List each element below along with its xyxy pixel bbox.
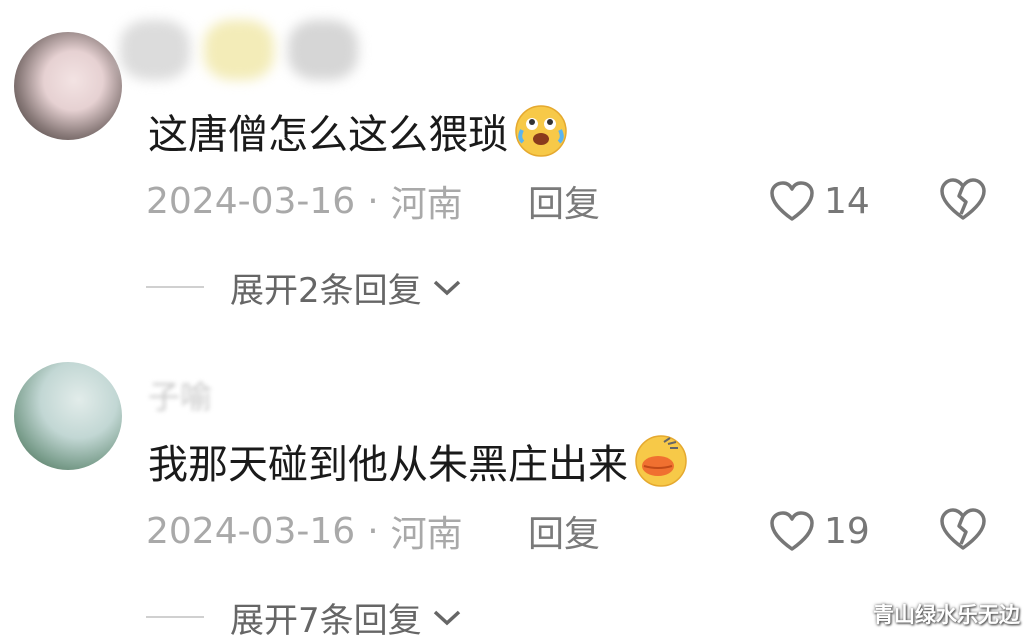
chevron-down-icon	[433, 280, 460, 296]
like-count: 19	[824, 510, 870, 552]
broken-heart-icon	[940, 178, 986, 220]
comment-location: 河南	[390, 184, 463, 225]
heart-icon	[770, 181, 814, 221]
heart-icon	[770, 511, 814, 551]
comment-meta: 2024-03-16 · 河南 回复	[146, 176, 600, 226]
comment-text-content: 这唐僧怎么这么猥琐	[148, 112, 508, 158]
chevron-down-icon	[433, 610, 460, 626]
watermark: 青山绿水乐无边	[873, 603, 1020, 627]
comment-date: 2024-03-16	[146, 180, 356, 222]
comment-date: 2024-03-16	[146, 510, 356, 552]
meta-separator: ·	[367, 510, 379, 552]
like-button[interactable]: 19	[768, 506, 870, 556]
like-button[interactable]: 14	[768, 176, 870, 226]
reply-button[interactable]: 回复	[528, 505, 600, 557]
expand-replies-button[interactable]: 展开2条回复	[146, 262, 462, 312]
divider-line	[146, 286, 204, 288]
username-blurred[interactable]	[120, 20, 358, 90]
avatar[interactable]	[14, 32, 122, 140]
avatar[interactable]	[14, 362, 122, 470]
comment-text: 我那天碰到他从朱黑庄出来	[148, 432, 688, 490]
comment-meta: 2024-03-16 · 河南 回复	[146, 506, 600, 556]
divider-line	[146, 616, 204, 618]
expand-replies-button[interactable]: 展开7条回复	[146, 592, 462, 642]
reply-button[interactable]: 回复	[528, 175, 600, 227]
comment-text-content: 我那天碰到他从朱黑庄出来	[148, 442, 628, 488]
crying-laughing-emoji-icon	[515, 105, 567, 157]
kissing-duck-emoji-icon	[635, 435, 687, 487]
meta-separator: ·	[367, 180, 379, 222]
broken-heart-icon	[940, 508, 986, 550]
dislike-button[interactable]	[938, 176, 988, 226]
expand-replies-label: 展开2条回复	[230, 270, 422, 311]
comment-location: 河南	[390, 514, 463, 555]
dislike-button[interactable]	[938, 506, 988, 556]
username[interactable]: 子喻	[148, 372, 212, 418]
expand-replies-label: 展开7条回复	[230, 600, 422, 641]
comment-text: 这唐僧怎么这么猥琐	[148, 102, 568, 160]
like-count: 14	[824, 180, 870, 222]
